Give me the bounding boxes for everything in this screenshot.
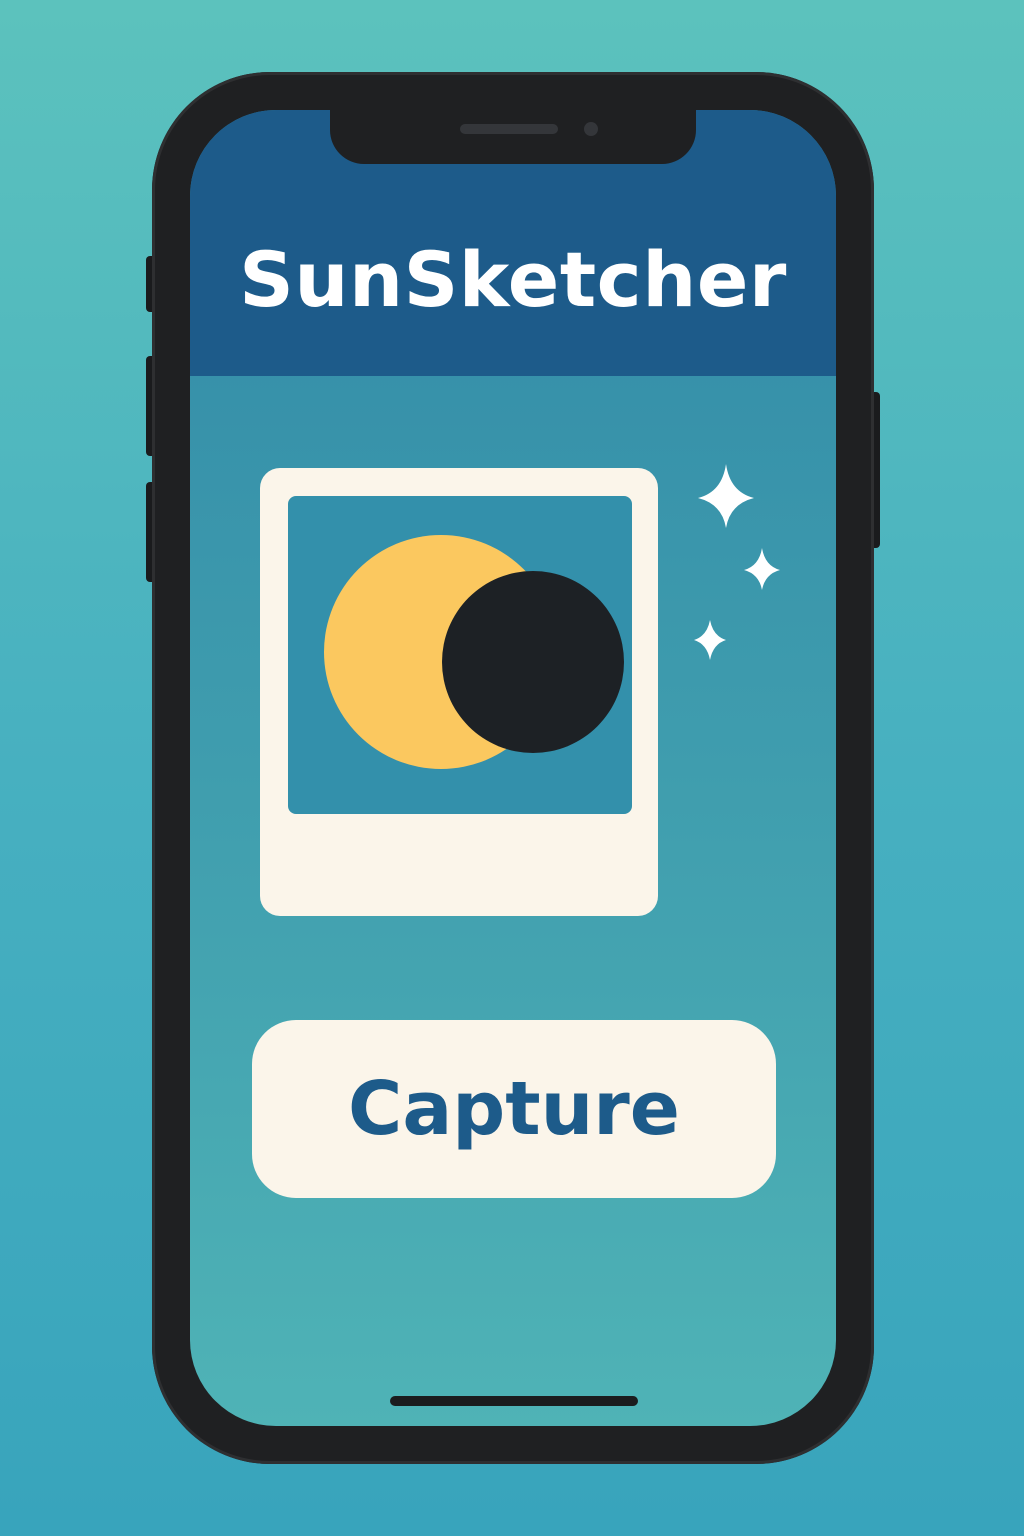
front-camera xyxy=(584,122,598,136)
notch xyxy=(330,108,696,164)
app-screen: SunSketcher Capture xyxy=(190,110,836,1426)
sparkle-large xyxy=(698,464,754,528)
sparkles-icon xyxy=(694,464,780,660)
home-indicator[interactable] xyxy=(390,1396,638,1406)
sparkle-small xyxy=(694,620,726,660)
capture-button[interactable]: Capture xyxy=(252,1020,776,1198)
speaker-grille xyxy=(460,124,558,134)
sparkle-medium xyxy=(744,548,780,590)
